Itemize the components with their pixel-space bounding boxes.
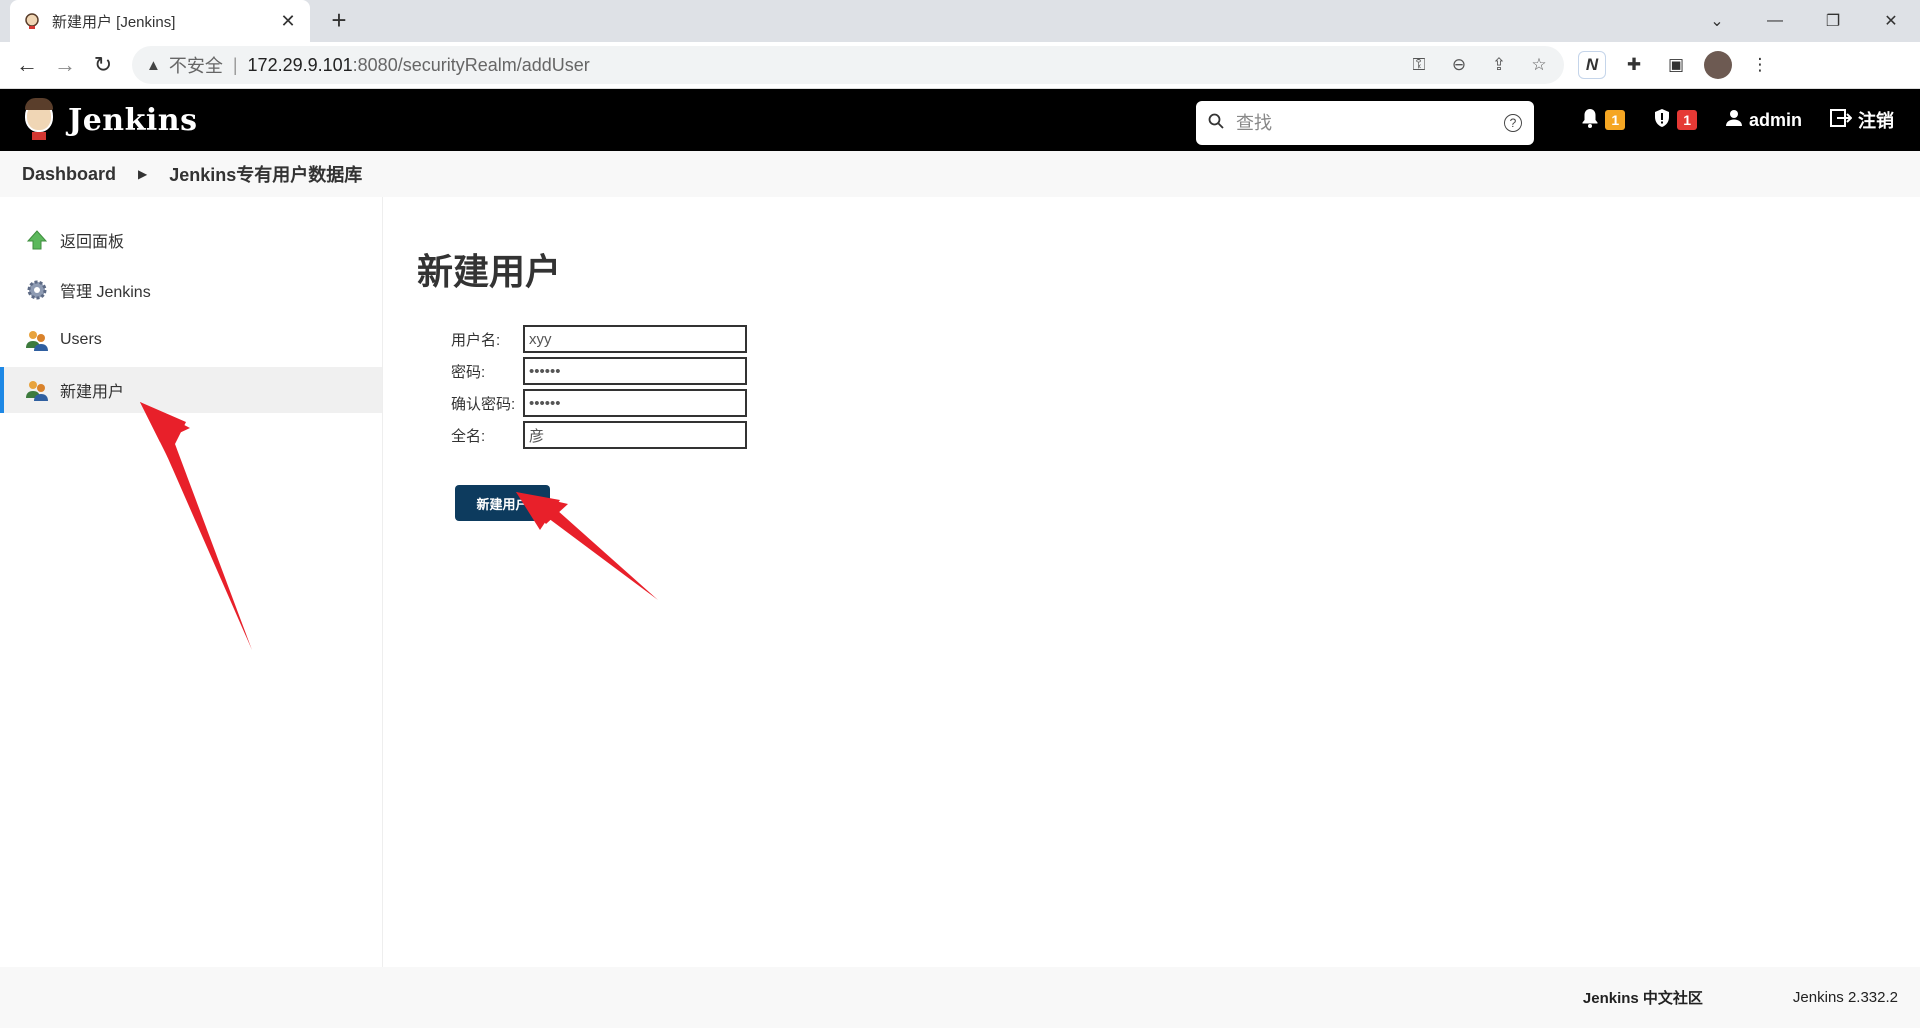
sidebar-item-label: 管理 Jenkins	[60, 284, 151, 301]
sidebar-item-create-user[interactable]: 新建用户	[0, 367, 382, 413]
minimize-button[interactable]: —	[1746, 0, 1804, 42]
maximize-button[interactable]: ❐	[1804, 0, 1862, 42]
back-icon[interactable]: ←	[8, 46, 46, 84]
url-path: :8080/securityRealm/addUser	[352, 54, 590, 75]
sidebar: 返回面板 管理 Jenkins Users 新建用户	[0, 197, 383, 967]
page-title: 新建用户	[417, 251, 562, 292]
logout-label: 注销	[1858, 111, 1894, 131]
sidebar-item-manage-jenkins[interactable]: 管理 Jenkins	[0, 267, 382, 313]
omnibox-icons: ⚿ ⊖ ⇪ ☆	[1408, 55, 1550, 75]
create-user-form: 用户名: 密码: 确认密码: 全名: 新建用户	[451, 323, 1886, 521]
extension-icons: N ✚ ▣ ⋮	[1578, 51, 1774, 79]
forward-icon[interactable]: →	[46, 46, 84, 84]
breadcrumb: Dashboard ▶ Jenkins专有用户数据库	[0, 151, 1920, 197]
window-controls: ⌄ — ❐ ✕	[1688, 0, 1920, 42]
security-button[interactable]: 1	[1653, 108, 1697, 133]
up-arrow-icon	[24, 227, 50, 253]
sidepanel-icon[interactable]: ▣	[1662, 51, 1690, 79]
search-input[interactable]	[1236, 112, 1504, 134]
reload-icon[interactable]: ↻	[84, 46, 122, 84]
browser-tab[interactable]: 新建用户 [Jenkins] ✕	[10, 0, 310, 42]
security-badge: 1	[1677, 110, 1697, 130]
star-icon[interactable]: ☆	[1528, 55, 1550, 75]
password-field[interactable]	[523, 357, 747, 385]
sidebar-item-back-to-dashboard[interactable]: 返回面板	[0, 217, 382, 263]
form-row-username: 用户名:	[451, 323, 1886, 355]
fullname-field[interactable]	[523, 421, 747, 449]
user-icon	[1725, 109, 1743, 132]
logout-button[interactable]: 注销	[1830, 107, 1894, 133]
butler-icon	[22, 98, 56, 142]
notifications-badge: 1	[1605, 110, 1626, 130]
password-label: 密码:	[451, 363, 486, 381]
jenkins-logo[interactable]: Jenkins	[22, 98, 197, 142]
header-actions: 1 1 admin 注销	[1581, 89, 1894, 151]
user-name: admin	[1748, 109, 1802, 130]
confirm-password-field[interactable]	[523, 389, 747, 417]
extension-n-icon[interactable]: N	[1578, 51, 1606, 79]
notifications-button[interactable]: 1	[1581, 108, 1626, 133]
jenkins-favicon-icon	[22, 11, 42, 31]
username-label: 用户名:	[451, 331, 501, 349]
form-row-password: 密码:	[451, 355, 1886, 387]
form-row-confirm-password: 确认密码:	[451, 387, 1886, 419]
jenkins-header: Jenkins ? 1 1 admin	[0, 89, 1920, 151]
warning-icon[interactable]: ▲	[146, 57, 161, 74]
version-link[interactable]: Jenkins 2.332.2	[1793, 989, 1898, 1006]
page-layout: 返回面板 管理 Jenkins Users 新建用户 新建用户 用户名: xyy…	[0, 197, 1920, 967]
address-bar: ← → ↻ ▲ 不安全 | 172.29.9.101 :8080/securit…	[0, 42, 1920, 89]
main-content: 新建用户 用户名: 密码: 确认密码: 全名: 新建用户	[383, 197, 1920, 967]
help-icon[interactable]: ?	[1504, 114, 1522, 132]
new-tab-button[interactable]: +	[324, 6, 354, 36]
tab-close-icon[interactable]: ✕	[278, 11, 298, 32]
breadcrumb-user-database[interactable]: Jenkins专有用户数据库	[169, 161, 362, 187]
tab-title: 新建用户 [Jenkins]	[52, 13, 176, 31]
share-icon[interactable]: ⇪	[1488, 55, 1510, 75]
logout-icon	[1830, 108, 1853, 132]
footer: Jenkins 中文社区 Jenkins 2.332.2	[0, 967, 1920, 1028]
fullname-label: 全名:	[451, 427, 486, 445]
gear-icon	[24, 277, 50, 303]
profile-avatar[interactable]	[1704, 51, 1732, 79]
create-user-button[interactable]: 新建用户	[455, 485, 550, 521]
confirm-password-label: 确认密码:	[451, 395, 516, 413]
browser-tab-bar: 新建用户 [Jenkins] ✕ + ⌄ — ❐ ✕	[0, 0, 1920, 42]
form-row-fullname: 全名:	[451, 419, 1886, 451]
key-icon[interactable]: ⚿	[1408, 55, 1430, 75]
user-menu[interactable]: admin	[1725, 109, 1802, 132]
tab-list-icon[interactable]: ⌄	[1688, 0, 1746, 42]
username-field[interactable]	[523, 325, 747, 353]
search-icon	[1208, 113, 1224, 134]
users-icon	[24, 327, 50, 353]
sidebar-item-users[interactable]: Users	[0, 317, 382, 363]
bell-icon	[1581, 108, 1599, 133]
zoom-icon[interactable]: ⊖	[1448, 55, 1470, 75]
url-host: 172.29.9.101	[247, 54, 353, 75]
shield-icon	[1653, 108, 1671, 133]
brand-title: Jenkins	[68, 102, 198, 138]
insecure-label[interactable]: 不安全	[169, 52, 223, 78]
breadcrumb-dashboard[interactable]: Dashboard	[22, 164, 116, 185]
url-separator: |	[232, 54, 238, 75]
url-field[interactable]: ▲ 不安全 | 172.29.9.101 :8080/securityRealm…	[132, 46, 1564, 84]
close-window-button[interactable]: ✕	[1862, 0, 1920, 42]
sidebar-item-label: 新建用户	[60, 384, 125, 401]
sidebar-item-label: Users	[60, 331, 102, 348]
puzzle-icon[interactable]: ✚	[1620, 51, 1648, 79]
chevron-right-icon: ▶	[138, 167, 148, 181]
sidebar-item-label: 返回面板	[60, 234, 125, 251]
users-icon	[24, 377, 50, 403]
search-box: ?	[1196, 101, 1534, 145]
more-menu-icon[interactable]: ⋮	[1746, 51, 1774, 79]
community-link[interactable]: Jenkins 中文社区	[1583, 987, 1703, 1008]
